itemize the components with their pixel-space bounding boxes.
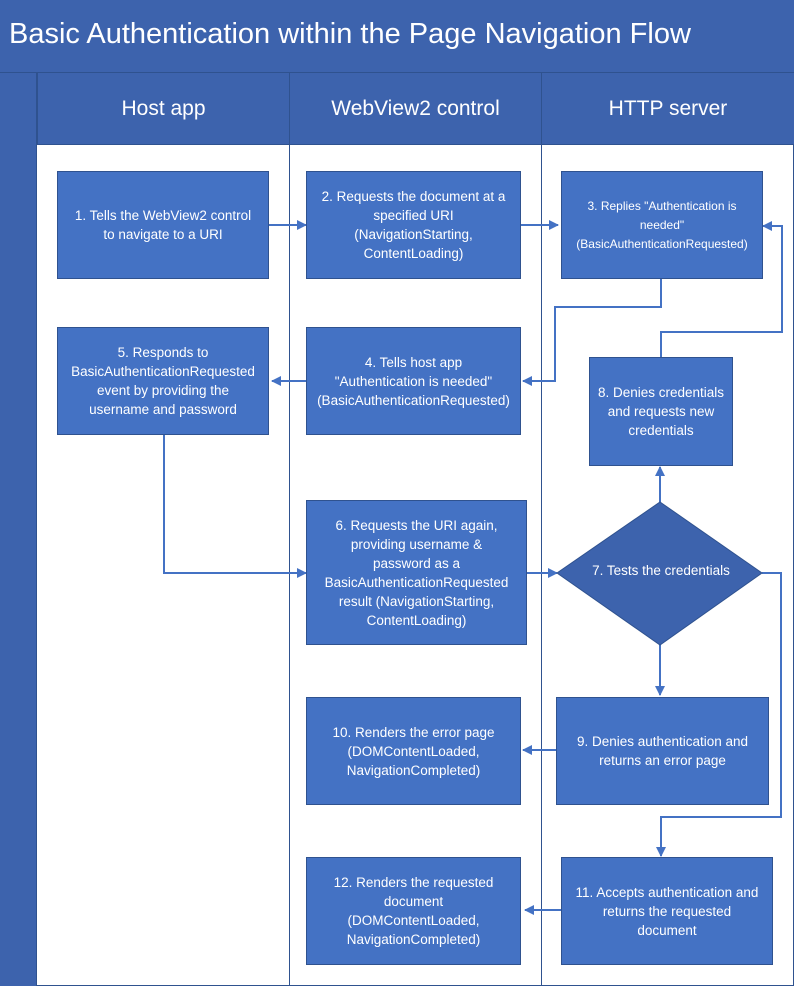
left-strip — [0, 73, 37, 986]
lane-header-http-server: HTTP server — [541, 73, 794, 145]
step-6-box: 6. Requests the URI again, providing use… — [306, 500, 527, 645]
step-2-box: 2. Requests the document at a specified … — [306, 171, 521, 279]
step-11-box: 11. Accepts authentication and returns t… — [561, 857, 773, 965]
step-4-box: 4. Tells host app "Authentication is nee… — [306, 327, 521, 435]
step-12-box: 12. Renders the requested document (DOMC… — [306, 857, 521, 965]
diagram-title: Basic Authentication within the Page Nav… — [9, 18, 691, 50]
step-6-label: 6. Requests the URI again, providing use… — [324, 517, 509, 628]
step-10-label: 10. Renders the error page (DOMContentLo… — [332, 724, 495, 778]
step-10-box: 10. Renders the error page (DOMContentLo… — [306, 697, 521, 805]
lane-divider — [289, 145, 290, 986]
step-3-label: 3. Replies "Authentication is needed" (B… — [576, 198, 748, 251]
step-4-label: 4. Tells host app "Authentication is nee… — [317, 354, 510, 408]
diagram-frame — [0, 0, 794, 986]
step-12-label: 12. Renders the requested document (DOMC… — [333, 875, 494, 947]
lane-header-host-app: Host app — [37, 73, 289, 145]
step-2-label: 2. Requests the document at a specified … — [321, 189, 506, 261]
step-9-label: 9. Denies authentication and returns an … — [576, 734, 749, 768]
lane-header-webview2-control: WebView2 control — [289, 73, 541, 145]
step-7-label: 7. Tests the credentials — [592, 563, 730, 578]
step-1-label: 1. Tells the WebView2 control to navigat… — [74, 208, 252, 242]
step-1-box: 1. Tells the WebView2 control to navigat… — [57, 171, 269, 279]
step-11-label: 11. Accepts authentication and returns t… — [575, 884, 759, 938]
lane-divider — [541, 145, 542, 986]
step-5-box: 5. Responds to BasicAuthenticationReques… — [57, 327, 269, 435]
step-8-label: 8. Denies credentials and requests new c… — [597, 385, 725, 438]
step-8-box: 8. Denies credentials and requests new c… — [589, 357, 733, 466]
step-3-box: 3. Replies "Authentication is needed" (B… — [561, 171, 763, 279]
step-9-box: 9. Denies authentication and returns an … — [556, 697, 769, 805]
title-bar: Basic Authentication within the Page Nav… — [0, 0, 794, 73]
step-5-label: 5. Responds to BasicAuthenticationReques… — [71, 345, 255, 417]
